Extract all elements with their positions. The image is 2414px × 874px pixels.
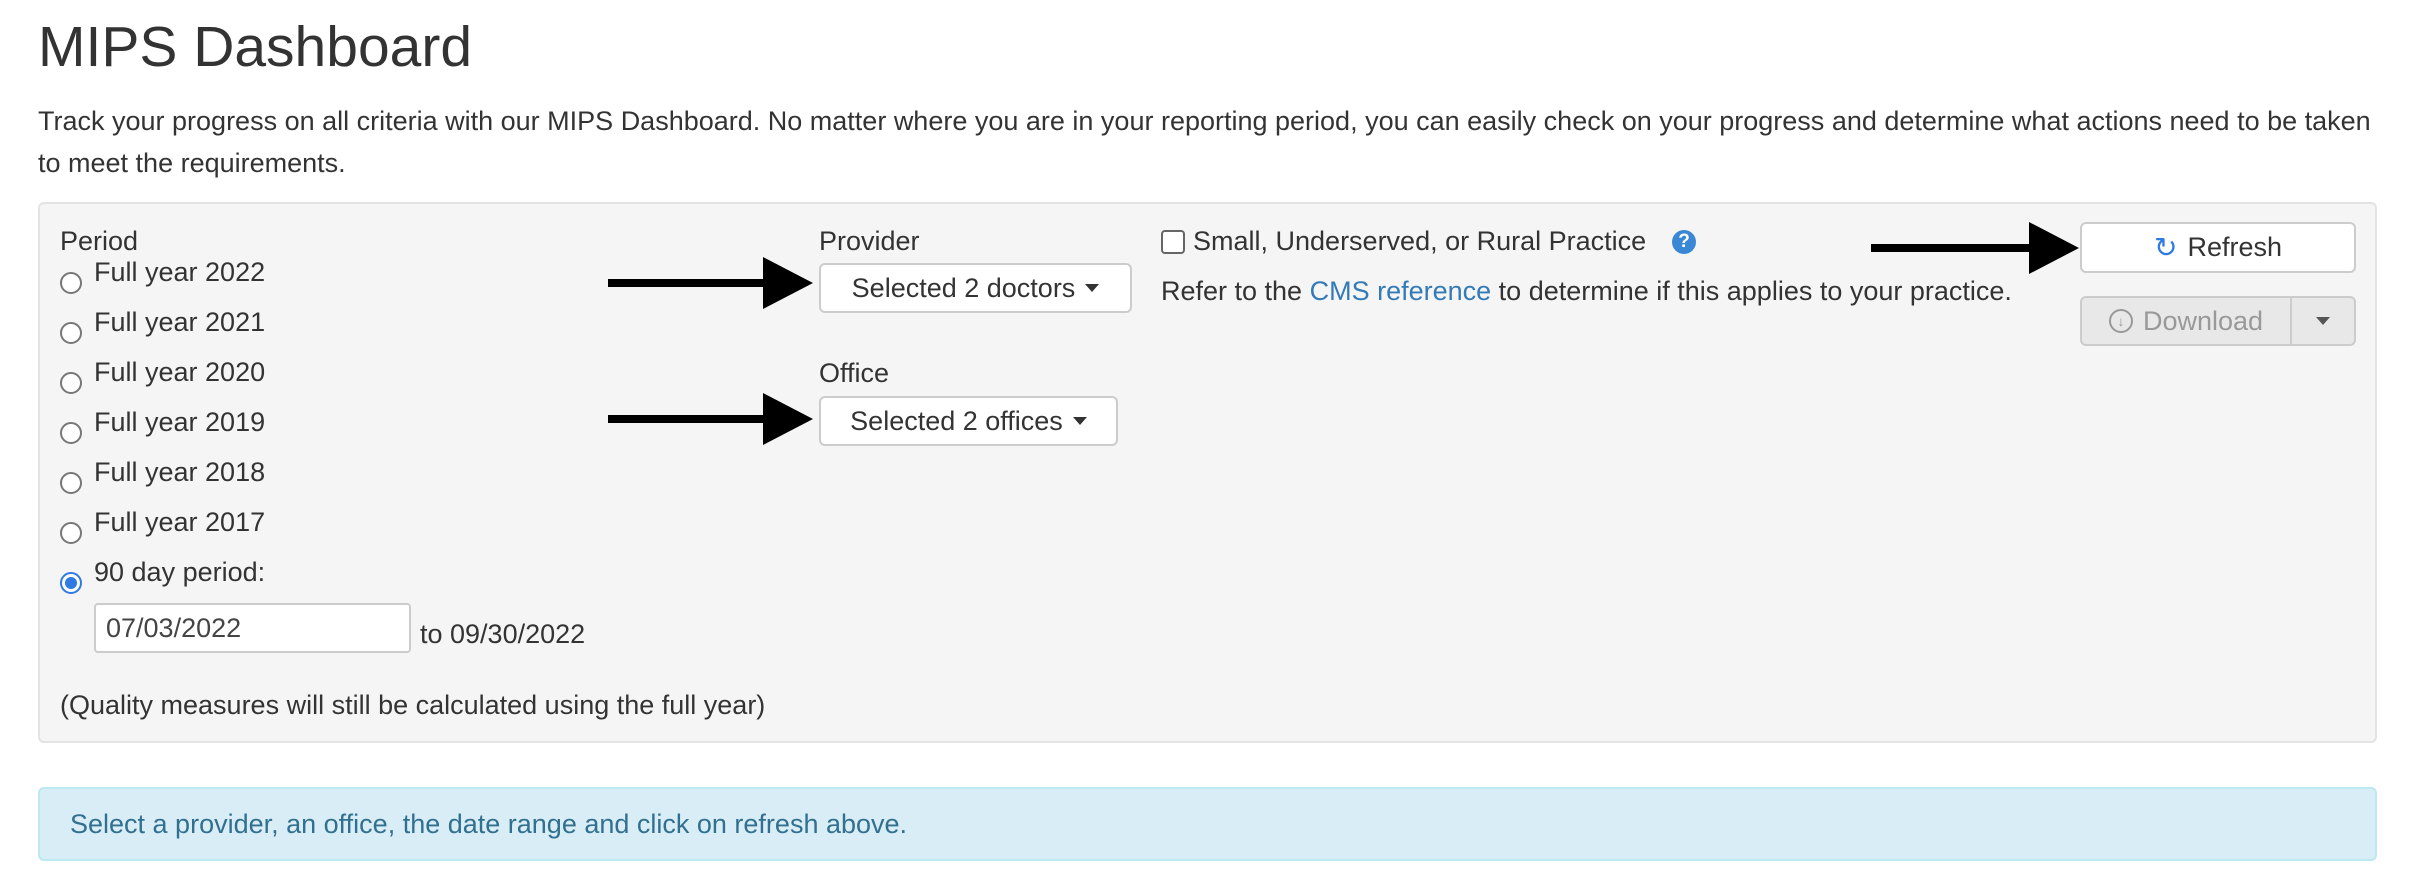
download-button[interactable]: ↓ Download (2080, 296, 2292, 346)
period-radio[interactable] (60, 472, 82, 494)
period-radio[interactable] (60, 572, 82, 594)
provider-dropdown[interactable]: Selected 2 doctors (819, 263, 1132, 313)
page-title: MIPS Dashboard (38, 15, 473, 79)
period-option-label[interactable]: Full year 2017 (94, 507, 265, 538)
cms-reference-text: Refer to the CMS reference to determine … (1161, 276, 2012, 307)
period-radio[interactable] (60, 272, 82, 294)
caret-down-icon (1072, 417, 1087, 425)
question-circle-icon[interactable]: ? (1672, 230, 1696, 254)
caret-down-icon (1085, 284, 1100, 292)
download-options-toggle[interactable] (2290, 296, 2356, 346)
download-icon: ↓ (2108, 309, 2133, 333)
period-option-label[interactable]: Full year 2019 (94, 407, 265, 438)
period-label: Period (60, 226, 139, 256)
period-radio[interactable] (60, 422, 82, 444)
caret-down-icon (2316, 317, 2330, 325)
period-radio[interactable] (60, 522, 82, 544)
period-option-label[interactable]: Full year 2020 (94, 357, 265, 388)
refresh-label: Refresh (2187, 232, 2282, 262)
info-alert: Select a provider, an office, the date r… (38, 787, 2377, 861)
info-alert-text: Select a provider, an office, the date r… (70, 809, 908, 839)
refresh-icon: ↻ (2153, 232, 2178, 263)
office-dropdown-label: Selected 2 offices (850, 405, 1063, 436)
office-label: Office (819, 358, 890, 388)
period-option-label[interactable]: Full year 2018 (94, 457, 265, 488)
period-option-label[interactable]: Full year 2021 (94, 307, 265, 338)
quality-note: (Quality measures will still be calculat… (60, 690, 766, 720)
period-radio[interactable] (60, 372, 82, 394)
refresh-button[interactable]: ↻ Refresh (2080, 222, 2356, 273)
cms-reference-link[interactable]: CMS reference (1310, 276, 1492, 306)
refer-prefix: Refer to the (1161, 276, 1310, 306)
provider-label: Provider (819, 226, 920, 256)
download-label: Download (2142, 305, 2264, 336)
rural-practice-label: Small, Underserved, or Rural Practice (1193, 226, 1647, 256)
end-date-text: to 09/30/2022 (420, 619, 586, 649)
period-option-label[interactable]: 90 day period: (94, 557, 265, 588)
provider-dropdown-label: Selected 2 doctors (851, 272, 1076, 303)
period-radio[interactable] (60, 322, 82, 344)
rural-practice-checkbox[interactable] (1161, 230, 1185, 254)
page-description: Track your progress on all criteria with… (38, 106, 2371, 178)
office-dropdown[interactable]: Selected 2 offices (819, 396, 1118, 446)
start-date-input[interactable] (94, 603, 411, 653)
period-option-label[interactable]: Full year 2022 (94, 257, 265, 288)
refer-suffix: to determine if this applies to your pra… (1491, 276, 2012, 306)
